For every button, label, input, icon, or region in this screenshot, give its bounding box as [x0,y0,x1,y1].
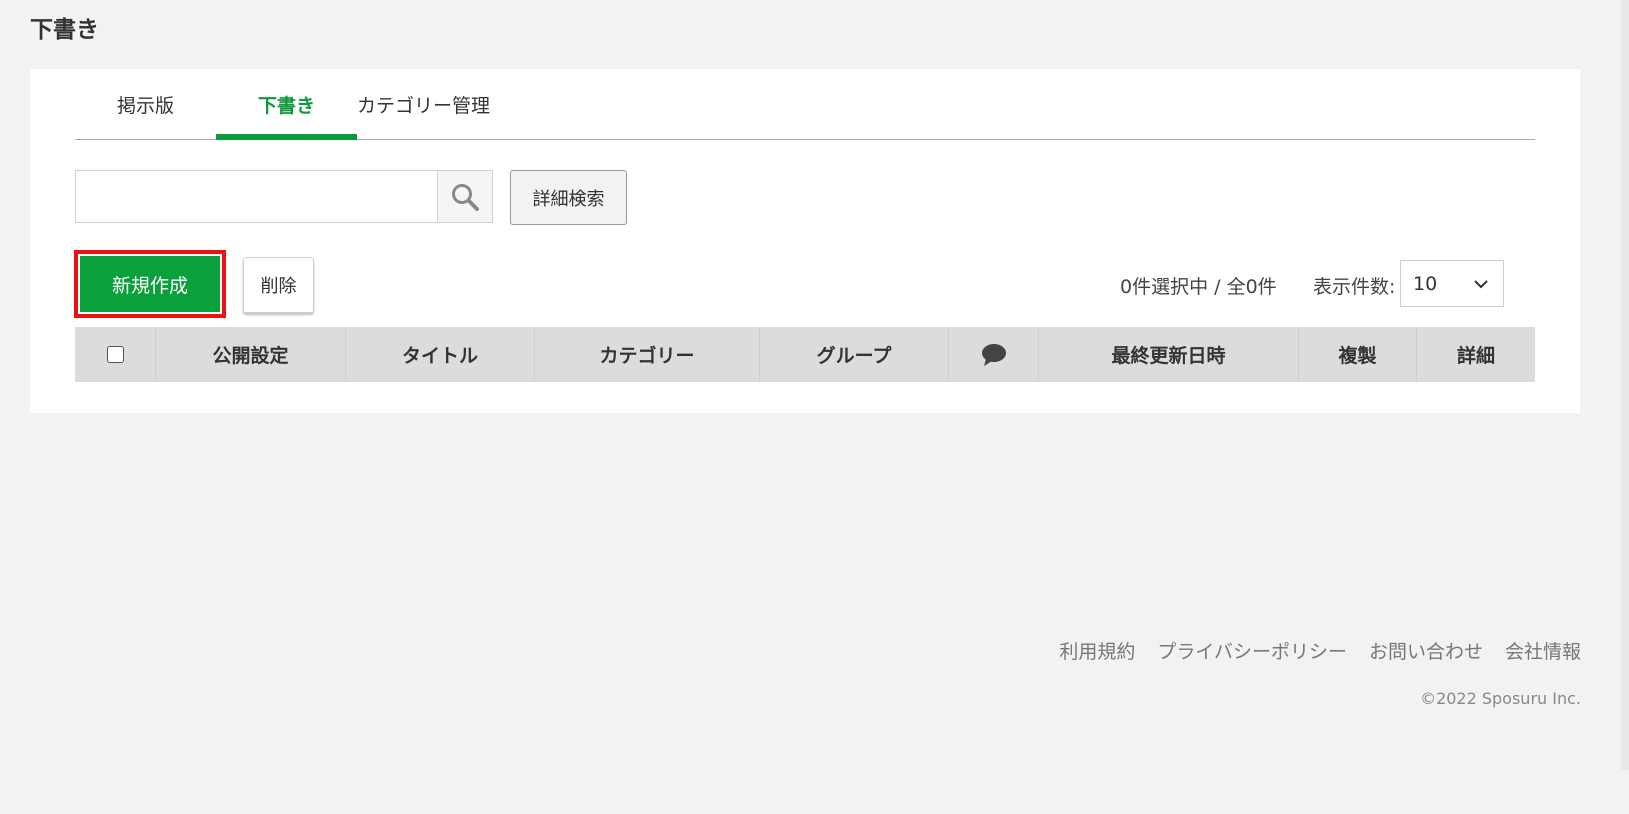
page-title: 下書き [30,17,99,43]
per-page-select[interactable]: 10 [1400,260,1504,307]
search-icon [452,183,479,211]
column-header-comments[interactable] [949,327,1039,382]
column-header-last-updated[interactable]: 最終更新日時 [1039,327,1299,382]
column-header-duplicate: 複製 [1299,327,1417,382]
select-all-checkbox[interactable] [106,346,124,363]
search-input[interactable] [75,170,437,223]
column-header-details: 詳細 [1456,345,1495,367]
per-page-label: 表示件数: [1313,276,1396,298]
advanced-search-button[interactable]: 詳細検索 [510,170,627,225]
comment-icon [981,343,1006,366]
footer-link-privacy[interactable]: プライバシーポリシー [1157,637,1347,664]
tab-bar: 掲示版 下書き カテゴリー管理 [75,69,1535,140]
main-card: 掲示版 下書き カテゴリー管理 詳細検索 新規作成 削除 0件選択中 / 全0件… [30,69,1580,413]
footer-link-company[interactable]: 会社情報 [1505,637,1581,664]
footer-links: 利用規約 プライバシーポリシー お問い合わせ 会社情報 [1059,637,1581,664]
column-header-group[interactable]: グループ [760,327,949,382]
chevron-down-icon [1474,280,1488,289]
footer-link-terms[interactable]: 利用規約 [1059,637,1135,664]
delete-button[interactable]: 削除 [243,257,314,313]
tab-drafts[interactable]: 下書き [216,69,357,140]
column-header-category[interactable]: カテゴリー [535,327,760,382]
per-page-value: 10 [1413,272,1438,295]
search-button[interactable] [437,170,493,223]
select-all-cell [75,327,156,382]
table-header: 公開設定 タイトル カテゴリー グループ 最終更新日時 複製 詳細 [75,327,1535,382]
footer-link-contact[interactable]: お問い合わせ [1369,637,1483,664]
column-header-title[interactable]: タイトル [346,327,535,382]
copyright: ©2022 Sposuru Inc. [1420,689,1581,708]
selection-count: 0件選択中 / 全0件 [1120,276,1277,298]
scrollbar[interactable] [1621,0,1629,770]
tab-bulletin-board[interactable]: 掲示版 [75,69,216,139]
column-header-visibility[interactable]: 公開設定 [156,327,346,382]
new-post-button[interactable]: 新規作成 [80,256,220,312]
tab-category-management[interactable]: カテゴリー管理 [353,69,494,139]
